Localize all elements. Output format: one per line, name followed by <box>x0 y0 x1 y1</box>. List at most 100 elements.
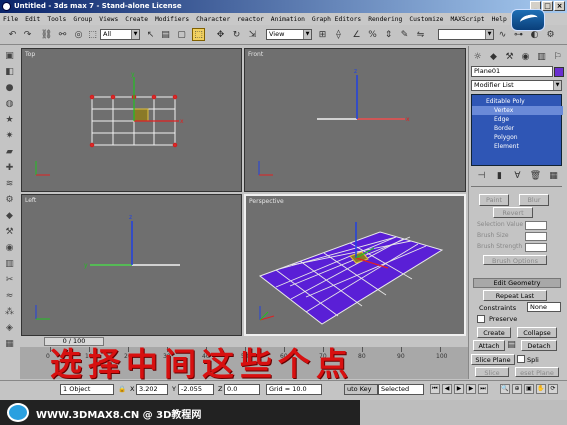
zoom-all-icon[interactable]: ⊕ <box>512 384 522 394</box>
undo-icon[interactable]: ↶ <box>6 28 19 41</box>
menu-reactor[interactable]: reactor <box>237 16 264 23</box>
stack-item-border[interactable]: Border <box>472 124 563 133</box>
scale-icon[interactable]: ⇲ <box>246 28 259 41</box>
viewport-top[interactable]: Top x y <box>21 48 242 192</box>
menu-group[interactable]: Group <box>73 16 92 23</box>
cylinder-icon[interactable]: ◍ <box>3 98 16 109</box>
bind-space-warp-icon[interactable]: ◎ <box>72 28 85 41</box>
unlink-icon[interactable]: ⚯ <box>56 28 69 41</box>
selection-value-spinner[interactable] <box>525 221 547 230</box>
maximize-button[interactable]: □ <box>542 1 553 11</box>
reactor-icon[interactable]: ◈ <box>3 322 16 333</box>
stack-item-edge[interactable]: Edge <box>472 115 563 124</box>
selection-filter-dropdown[interactable]: All ▼ <box>100 29 140 40</box>
edit-geometry-rollout[interactable]: Edit Geometry <box>473 278 561 288</box>
menu-character[interactable]: Character <box>196 16 230 23</box>
zoom-icon[interactable]: 🔍 <box>500 384 510 394</box>
utilities-tab-icon[interactable]: ⚐ <box>551 50 564 63</box>
modifier-list-dropdown[interactable]: Modifier List ▼ <box>471 80 562 91</box>
link-icon[interactable]: ⛓ <box>40 28 53 41</box>
stack-item-polygon[interactable]: Polygon <box>472 133 563 142</box>
motion-icon[interactable]: ◉ <box>3 242 16 253</box>
go-to-end-icon[interactable]: ⏭ <box>478 384 488 394</box>
attach-list-icon[interactable]: ▤ <box>505 339 518 350</box>
particle-icon[interactable]: ⁂ <box>3 306 16 317</box>
close-button[interactable]: × <box>554 1 565 11</box>
spinner-snap-icon[interactable]: ⇕ <box>382 28 395 41</box>
object-color-swatch[interactable] <box>554 67 564 77</box>
create-button[interactable]: Create <box>477 327 511 338</box>
select-arrow-icon[interactable]: ↖ <box>144 28 157 41</box>
slice-plane-button[interactable]: Slice Plane <box>471 354 515 365</box>
attach-button[interactable]: Attach <box>473 340 505 351</box>
mirror-icon[interactable]: ⇋ <box>414 28 427 41</box>
menu-edit[interactable]: Edit <box>25 16 40 23</box>
menu-help[interactable]: Help <box>492 16 507 23</box>
utilities-icon[interactable]: ✂ <box>3 274 16 285</box>
cloth-icon[interactable]: ▦ <box>3 338 16 349</box>
go-to-start-icon[interactable]: ⏮ <box>430 384 440 394</box>
pin-stack-icon[interactable]: ⊣ <box>475 169 488 182</box>
brush-size-spinner[interactable] <box>525 232 547 241</box>
stack-item-element[interactable]: Element <box>472 142 563 151</box>
revert-button[interactable]: Revert <box>493 207 533 218</box>
lock-selection-icon[interactable]: 🔒 <box>118 385 126 393</box>
brush-options-button[interactable]: Brush Options <box>483 255 547 265</box>
viewport-left[interactable]: Left y z <box>21 194 242 336</box>
modify-icon[interactable]: ◆ <box>3 210 16 221</box>
reference-coordinate-dropdown[interactable]: View ▼ <box>266 29 312 40</box>
hierarchy-icon[interactable]: ⚒ <box>3 226 16 237</box>
viewport-perspective[interactable]: Perspective <box>244 194 466 336</box>
menu-customize[interactable]: Customize <box>409 16 443 23</box>
paint-button[interactable]: Paint <box>479 194 509 206</box>
z-coordinate-field[interactable]: 0.0 <box>224 384 260 395</box>
menu-tools[interactable]: Tools <box>47 16 66 23</box>
pivot-center-icon[interactable]: ⊞ <box>316 28 329 41</box>
curve-editor-icon[interactable]: ∿ <box>496 28 509 41</box>
display-tab-icon[interactable]: ▥ <box>535 50 548 63</box>
percent-snap-icon[interactable]: % <box>366 28 379 41</box>
constraints-dropdown[interactable]: None <box>527 302 561 312</box>
render-scene-icon[interactable]: ⚙ <box>544 28 557 41</box>
next-frame-icon[interactable]: ▶ <box>466 384 476 394</box>
angle-snap-icon[interactable]: ∠ <box>350 28 363 41</box>
x-coordinate-field[interactable]: 3.202 <box>136 384 168 395</box>
helper-icon[interactable]: ✚ <box>3 162 16 173</box>
select-object-icon[interactable]: ⬚ <box>86 28 99 41</box>
play-icon[interactable]: ▶ <box>454 384 464 394</box>
menu-file[interactable]: File <box>3 16 18 23</box>
rotate-icon[interactable]: ↻ <box>230 28 243 41</box>
detach-button[interactable]: Detach <box>521 340 557 351</box>
previous-frame-icon[interactable]: ◀ <box>442 384 452 394</box>
auto-key-button[interactable]: uto Key <box>344 384 378 395</box>
preserve-checkbox[interactable] <box>477 315 485 323</box>
menu-create[interactable]: Create <box>125 16 148 23</box>
zoom-extents-icon[interactable]: ▣ <box>524 384 534 394</box>
camera-icon[interactable]: ▰ <box>3 146 16 157</box>
rectangular-selection-icon[interactable]: ▢ <box>175 28 188 41</box>
split-checkbox[interactable] <box>517 355 525 363</box>
brush-strength-spinner[interactable] <box>525 243 547 252</box>
menu-graph-editors[interactable]: Graph Editors <box>312 16 361 23</box>
stack-item-vertex[interactable]: Vertex <box>472 106 563 115</box>
select-by-name-icon[interactable]: ▤ <box>159 28 172 41</box>
redo-icon[interactable]: ↷ <box>21 28 34 41</box>
hierarchy-tab-icon[interactable]: ⚒ <box>503 50 516 63</box>
configure-modifier-sets-icon[interactable]: ▦ <box>547 169 560 182</box>
window-crossing-icon[interactable]: ⬚ <box>192 28 205 41</box>
motion-tab-icon[interactable]: ◉ <box>519 50 532 63</box>
reset-plane-button[interactable]: eset Plane <box>515 367 559 377</box>
key-filter-dropdown[interactable]: Selected <box>378 384 424 395</box>
shapes-icon[interactable]: ◧ <box>3 66 16 77</box>
show-end-result-icon[interactable]: ▮ <box>493 169 506 182</box>
menu-animation[interactable]: Animation <box>271 16 305 23</box>
menu-maxscript[interactable]: MAXScript <box>450 16 484 23</box>
menu-modifiers[interactable]: Modifiers <box>155 16 189 23</box>
system-icon[interactable]: ⚙ <box>3 194 16 205</box>
object-name-field[interactable]: Plane01 <box>471 66 553 77</box>
arc-rotate-icon[interactable]: ⟳ <box>548 384 558 394</box>
menu-rendering[interactable]: Rendering <box>368 16 402 23</box>
wave-icon[interactable]: ≈ <box>3 290 16 301</box>
star-icon[interactable]: ★ <box>3 114 16 125</box>
create-tab-icon[interactable]: ☼ <box>471 50 484 63</box>
